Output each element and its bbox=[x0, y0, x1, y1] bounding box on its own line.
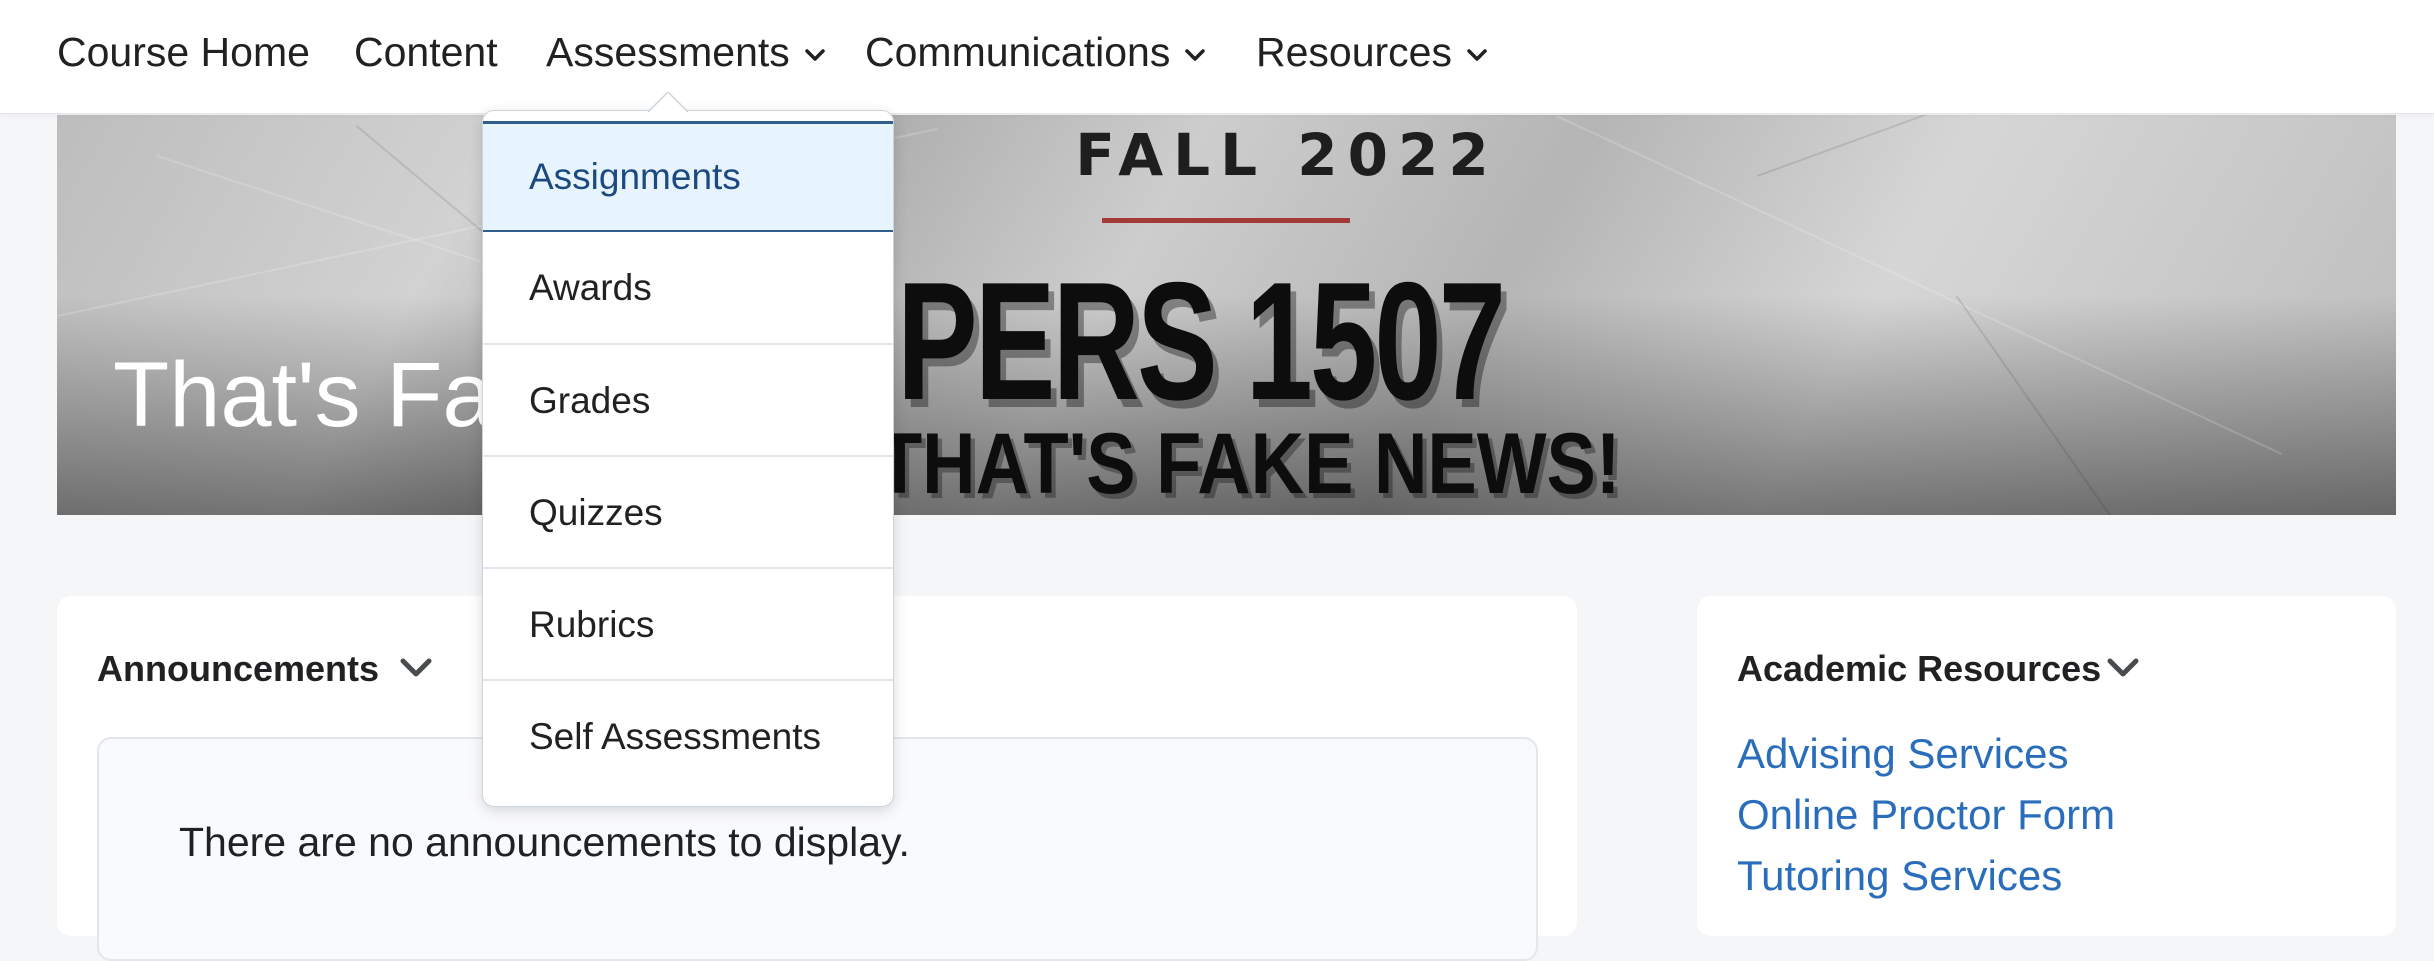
banner-tagline: THAT'S FAKE NEWS! bbox=[877, 416, 1621, 512]
nav-content-label: Content bbox=[354, 29, 498, 75]
menu-item-label: Rubrics bbox=[529, 603, 655, 645]
menu-item-label: Quizzes bbox=[529, 491, 663, 533]
menu-item-awards[interactable]: Awards bbox=[483, 232, 893, 343]
banner-term: FALL 2022 bbox=[1075, 121, 1499, 189]
banner-accent-rule bbox=[1102, 218, 1350, 223]
banner-course-code: PERS 1507 bbox=[897, 247, 1506, 435]
announcements-collapse-button[interactable] bbox=[399, 656, 433, 685]
chevron-down-icon bbox=[804, 48, 826, 62]
assessments-dropdown-menu: Assignments Awards Grades Quizzes Rubric… bbox=[482, 110, 894, 807]
link-tutoring-services[interactable]: Tutoring Services bbox=[1737, 852, 2062, 900]
banner-texture bbox=[1757, 115, 2396, 177]
banner-texture bbox=[1556, 115, 2283, 455]
link-online-proctor-form[interactable]: Online Proctor Form bbox=[1737, 791, 2115, 839]
menu-item-rubrics[interactable]: Rubrics bbox=[483, 567, 893, 680]
menu-item-assignments[interactable]: Assignments bbox=[483, 121, 893, 232]
announcements-empty-message: There are no announcements to display. bbox=[179, 819, 910, 865]
nav-assessments-label: Assessments bbox=[546, 29, 790, 75]
menu-item-quizzes[interactable]: Quizzes bbox=[483, 455, 893, 568]
academic-resources-heading: Academic Resources bbox=[1737, 648, 2102, 689]
menu-item-label: Assignments bbox=[529, 156, 741, 197]
nav-assessments[interactable]: Assessments bbox=[546, 22, 826, 82]
nav-communications-label: Communications bbox=[865, 29, 1171, 75]
chevron-down-icon bbox=[1466, 48, 1488, 62]
announcements-heading: Announcements bbox=[97, 648, 380, 689]
link-advising-services[interactable]: Advising Services bbox=[1737, 730, 2068, 778]
nav-communications[interactable]: Communications bbox=[865, 22, 1206, 82]
academic-resources-widget: Academic Resources Advising Services Onl… bbox=[1697, 596, 2396, 936]
menu-item-label: Grades bbox=[529, 379, 651, 421]
nav-course-home[interactable]: Course Home bbox=[57, 22, 310, 82]
nav-resources[interactable]: Resources bbox=[1256, 22, 1488, 82]
nav-resources-label: Resources bbox=[1256, 29, 1452, 75]
chevron-down-icon bbox=[1184, 48, 1206, 62]
academic-resources-collapse-button[interactable] bbox=[2106, 656, 2140, 685]
banner-texture bbox=[1955, 295, 2244, 515]
nav-course-home-label: Course Home bbox=[57, 29, 310, 75]
chevron-down-icon bbox=[399, 658, 433, 684]
menu-item-label: Self Assessments bbox=[529, 715, 822, 757]
nav-content[interactable]: Content bbox=[354, 22, 498, 82]
chevron-down-icon bbox=[2106, 658, 2140, 684]
menu-item-grades[interactable]: Grades bbox=[483, 343, 893, 456]
menu-item-label: Awards bbox=[529, 266, 652, 308]
course-navbar: Course Home Content Assessments Communic… bbox=[0, 0, 2434, 114]
menu-item-self-assessments[interactable]: Self Assessments bbox=[483, 679, 893, 792]
course-banner: FALL 2022 PERS 1507 THAT'S FAKE NEWS! Th… bbox=[57, 115, 2396, 515]
